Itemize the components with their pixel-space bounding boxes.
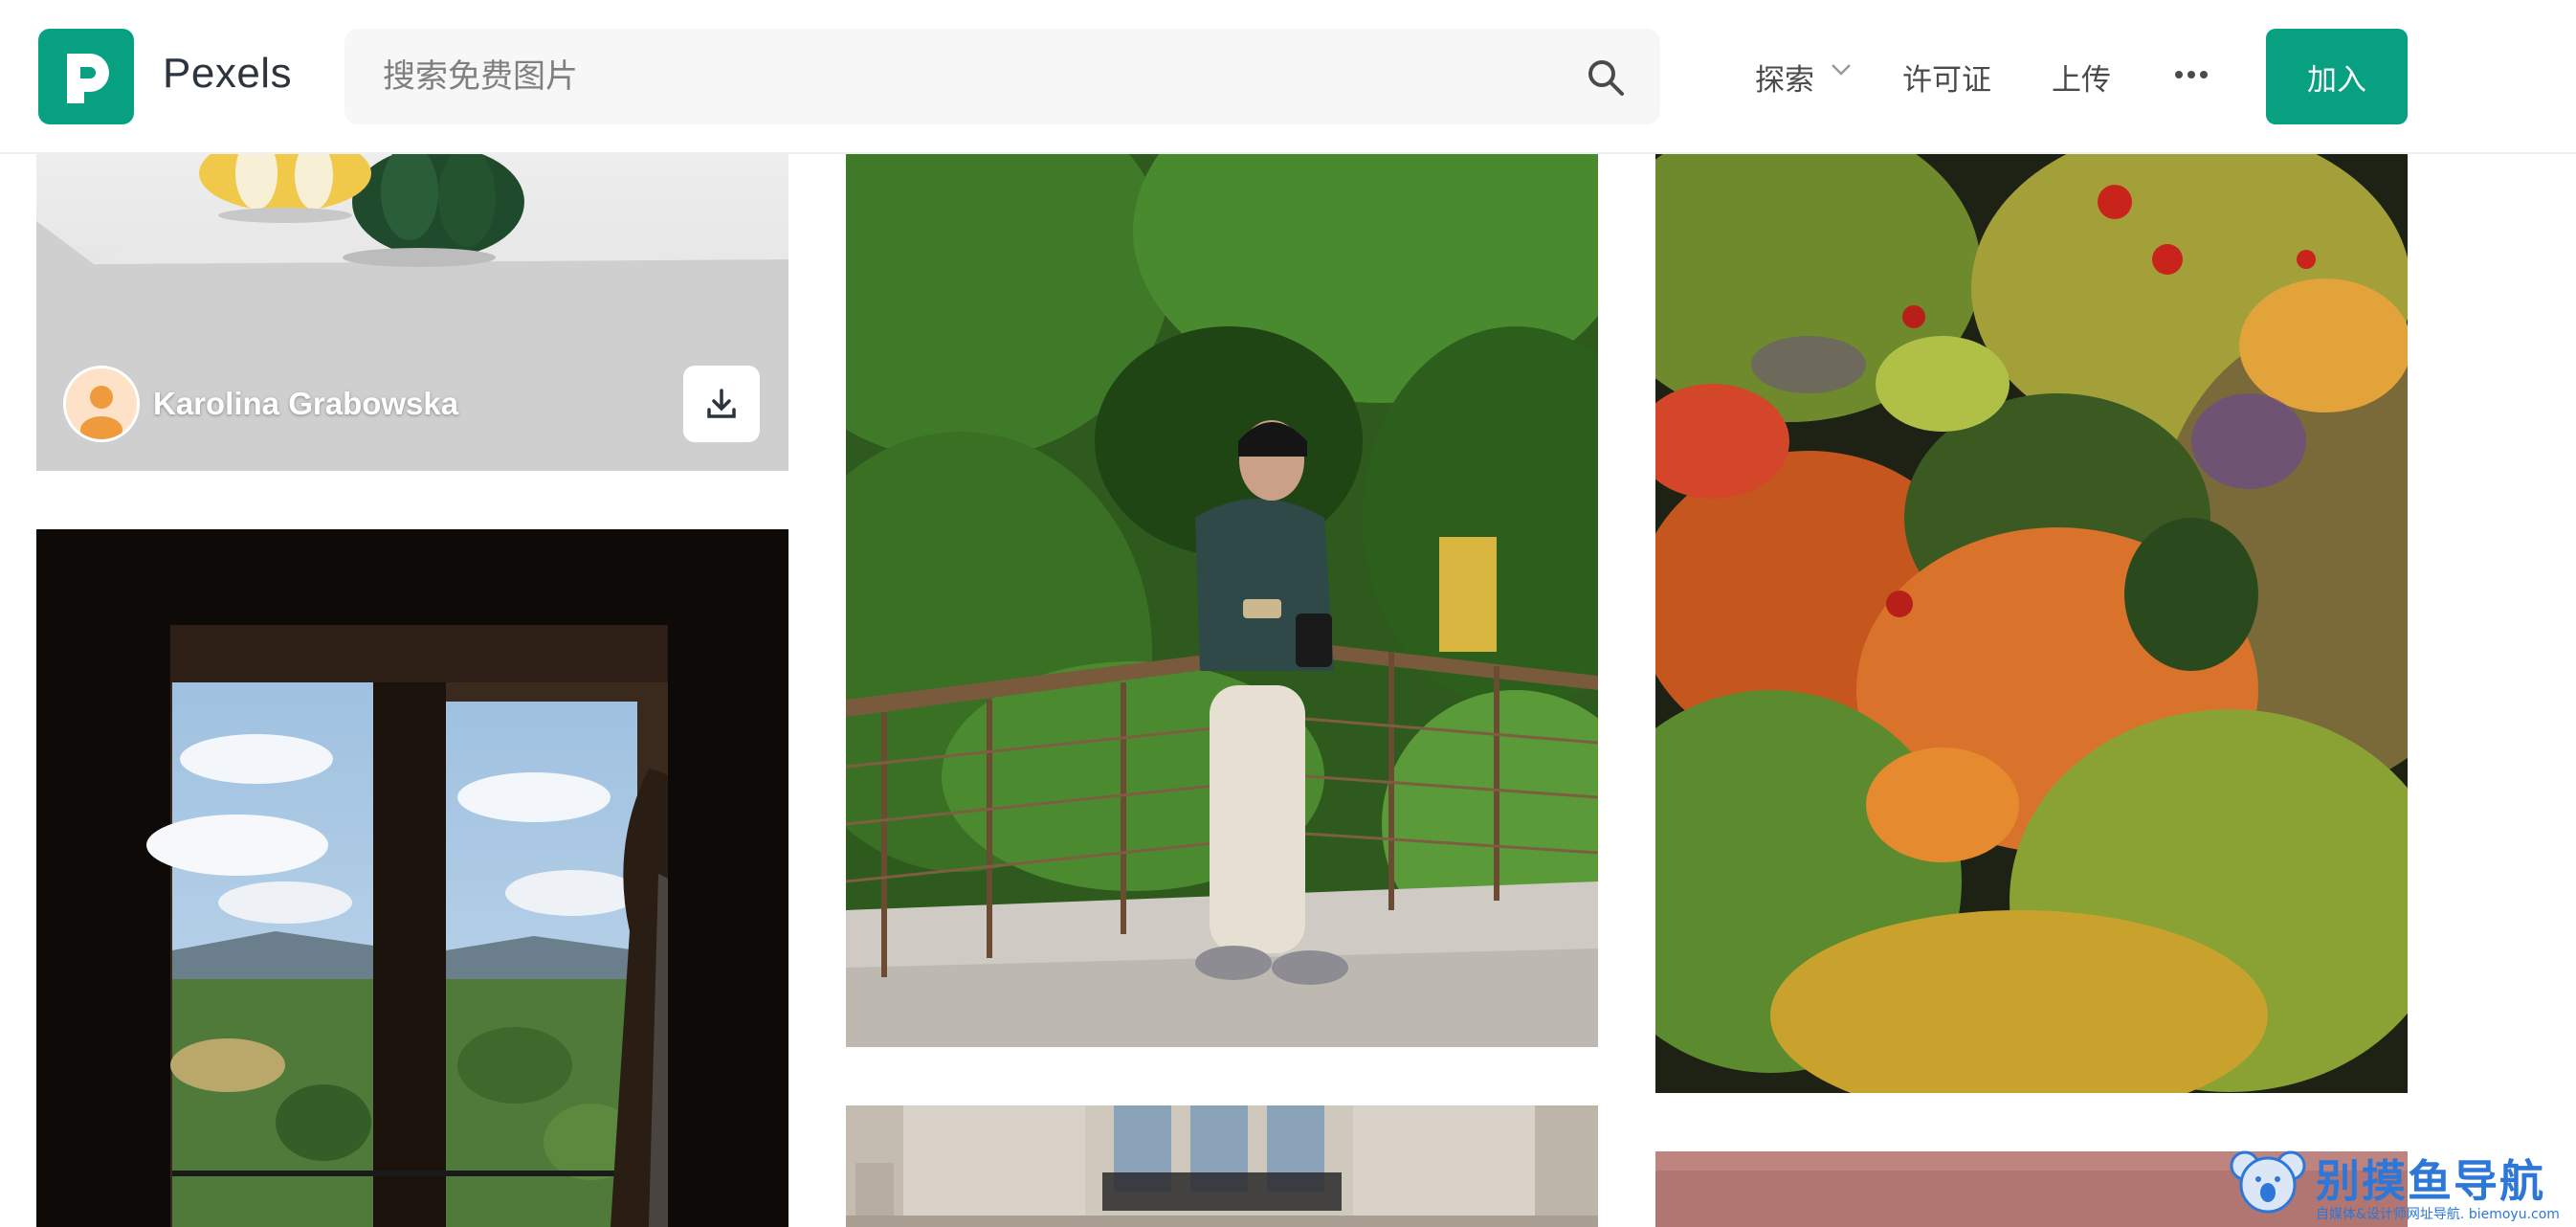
watermark-subtitle: 自媒体&设计师网址导航. biemoyu.com [2316, 1207, 2560, 1222]
search-input[interactable] [383, 29, 1531, 124]
chevron-down-icon[interactable] [1831, 63, 1852, 77]
nav-explore[interactable]: 探索 [1755, 56, 1814, 99]
page: Pexels 探索 许可证 上传 加入 [0, 0, 2576, 1227]
join-button[interactable]: 加入 [2266, 29, 2408, 124]
pexels-logo-icon[interactable] [38, 29, 134, 124]
photo-building-facade[interactable] [846, 1105, 1598, 1227]
site-watermark: 别摸鱼导航 自媒体&设计师网址导航. biemoyu.com [2230, 1141, 2565, 1227]
photo-autumn-leaves[interactable] [1655, 154, 2408, 1093]
photo-window-landscape[interactable] [36, 529, 788, 1227]
download-button[interactable] [683, 366, 760, 442]
photo-pumpkins[interactable]: Karolina Grabowska [36, 154, 788, 471]
more-icon[interactable] [2174, 70, 2209, 79]
search-bar[interactable] [344, 29, 1660, 124]
photo-photographer-balcony[interactable] [846, 154, 1598, 1047]
nav-upload[interactable]: 上传 [2052, 56, 2111, 99]
author-name[interactable]: Karolina Grabowska [153, 386, 458, 422]
top-navbar: Pexels 探索 许可证 上传 加入 [0, 0, 2576, 154]
avatar-icon [63, 366, 140, 442]
brand-name[interactable]: Pexels [163, 50, 292, 98]
nav-license[interactable]: 许可证 [1902, 56, 1991, 99]
download-icon [707, 389, 736, 418]
search-icon[interactable] [1586, 57, 1626, 98]
photo-author[interactable]: Karolina Grabowska [63, 366, 458, 442]
watermark-title: 别摸鱼导航 [2316, 1155, 2545, 1207]
koala-logo-icon [2230, 1150, 2306, 1214]
